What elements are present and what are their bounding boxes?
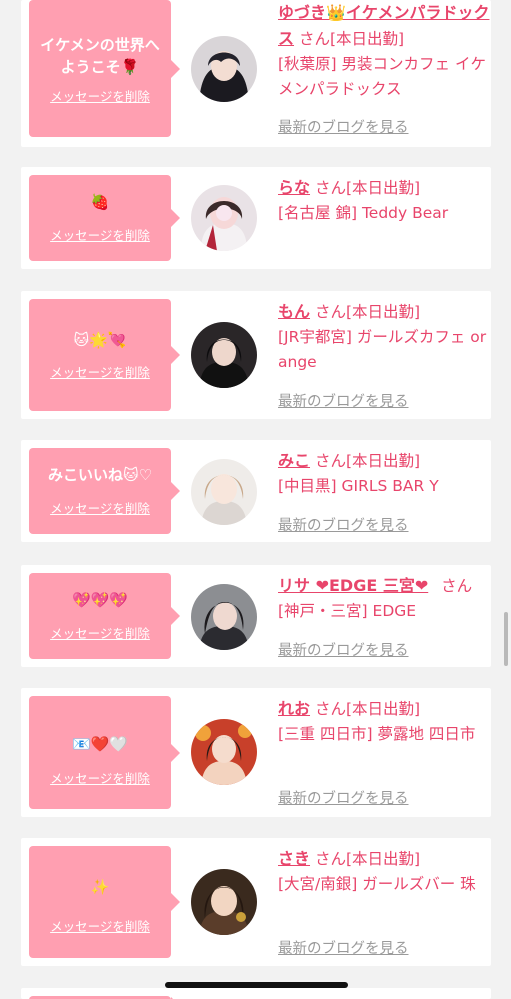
scrollbar-thumb[interactable] xyxy=(504,612,508,666)
delete-message-link[interactable]: メッセージを削除 xyxy=(29,225,171,244)
message-text: 🐱🌟💘 xyxy=(73,331,127,349)
home-indicator[interactable] xyxy=(165,982,348,988)
message-bubble: 💖💖💖 メッセージを削除 xyxy=(29,573,180,659)
cast-info: さき さん[本日出勤] [大宮/南銀] ガールズバー 珠 xyxy=(278,846,490,897)
message-bubble: ✨ メッセージを削除 xyxy=(29,846,180,958)
honorific: さん xyxy=(314,303,346,321)
latest-blog-link[interactable]: 最新のブログを見る xyxy=(278,116,409,137)
delete-message-link[interactable]: メッセージを削除 xyxy=(29,916,171,935)
avatar[interactable] xyxy=(191,719,257,785)
cast-name-link[interactable]: らな xyxy=(278,178,310,197)
store-info: [大宮/南銀] ガールズバー 珠 xyxy=(278,875,476,893)
attendance-status: [本日出勤] xyxy=(329,30,405,48)
store-info: [三重 四日市] 夢露地 四日市 xyxy=(278,725,476,743)
message-card: 📧❤️🤍 メッセージを削除 れお さん[本日出勤] [三重 四日市] 夢露地 四… xyxy=(21,688,491,817)
delete-message-link[interactable]: メッセージを削除 xyxy=(29,623,171,642)
store-info: [名古屋 錦] Teddy Bear xyxy=(278,204,449,222)
delete-message-link[interactable]: メッセージを削除 xyxy=(29,498,171,517)
avatar[interactable] xyxy=(191,36,257,102)
honorific: さん xyxy=(314,850,346,868)
cast-name-link[interactable]: れお xyxy=(278,699,310,718)
avatar[interactable] xyxy=(191,584,257,650)
attendance-status: [本日出勤] xyxy=(345,452,421,470)
latest-blog-link[interactable]: 最新のブログを見る xyxy=(278,787,409,808)
delete-message-link[interactable]: メッセージを削除 xyxy=(29,362,171,381)
latest-blog-link[interactable]: 最新のブログを見る xyxy=(278,514,409,535)
avatar[interactable] xyxy=(191,459,257,525)
store-info: [秋葉原] 男装コンカフェ イケメンパラドックス xyxy=(278,55,486,98)
message-text: 📧❤️🤍 xyxy=(71,735,129,753)
honorific: さん xyxy=(298,30,330,48)
message-bubble: 🍓 メッセージを削除 xyxy=(29,175,180,261)
latest-blog-link[interactable]: 最新のブログを見る xyxy=(278,937,409,958)
honorific: さん xyxy=(441,577,473,595)
delete-message-link[interactable]: メッセージを削除 xyxy=(29,86,171,105)
message-bubble: 📧❤️🤍 メッセージを削除 xyxy=(29,696,180,809)
cast-name-link[interactable]: リサ ❤EDGE 三宮❤ xyxy=(278,576,428,595)
message-text: 🍓 xyxy=(90,193,110,211)
cast-name-link[interactable]: さき xyxy=(278,849,310,868)
message-text: ✨ xyxy=(90,878,110,896)
avatar[interactable] xyxy=(191,185,257,251)
cast-name-link[interactable]: もん xyxy=(278,302,310,321)
message-card: 💖💖💖 メッセージを削除 リサ ❤EDGE 三宮❤ さん [神戸・三宮] EDG… xyxy=(21,565,491,667)
message-text: みこいいね🐱♡ xyxy=(47,466,153,484)
message-bubble: イケメンの世界へようこそ🌹 メッセージを削除 xyxy=(29,0,180,137)
message-card xyxy=(21,988,491,999)
honorific: さん xyxy=(314,452,346,470)
attendance-status: [本日出勤] xyxy=(345,179,421,197)
message-text: イケメンの世界へようこそ🌹 xyxy=(40,36,160,76)
avatar[interactable] xyxy=(191,322,257,388)
store-info: [神戸・三宮] EDGE xyxy=(278,602,417,620)
message-text: 💖💖💖 xyxy=(71,591,129,609)
attendance-status: [本日出勤] xyxy=(345,850,421,868)
honorific: さん xyxy=(314,700,346,718)
message-card: 🍓 メッセージを削除 らな さん[本日出勤] [名古屋 錦] Teddy Bea… xyxy=(21,167,491,269)
attendance-status: [本日出勤] xyxy=(345,303,421,321)
delete-message-link[interactable]: メッセージを削除 xyxy=(29,768,171,787)
cast-name-link[interactable]: みこ xyxy=(278,451,310,470)
cast-info: らな さん[本日出勤] [名古屋 錦] Teddy Bear xyxy=(278,175,490,226)
cast-info: ゆづき👑イケメンパラドックス さん[本日出勤] [秋葉原] 男装コンカフェ イケ… xyxy=(278,0,490,102)
cast-info: もん さん[本日出勤] [JR宇都宮] ガールズカフェ orange xyxy=(278,299,490,375)
attendance-status: [本日出勤] xyxy=(345,700,421,718)
message-bubble: 🐱🌟💘 メッセージを削除 xyxy=(29,299,180,411)
store-info: [中目黒] GIRLS BAR Y xyxy=(278,477,439,495)
latest-blog-link[interactable]: 最新のブログを見る xyxy=(278,390,409,411)
message-card: みこいいね🐱♡ メッセージを削除 みこ さん[本日出勤] [中目黒] GIRLS… xyxy=(21,440,491,542)
message-card: 🐱🌟💘 メッセージを削除 もん さん[本日出勤] [JR宇都宮] ガールズカフェ… xyxy=(21,291,491,419)
cast-info: リサ ❤EDGE 三宮❤ さん [神戸・三宮] EDGE xyxy=(278,573,493,624)
avatar[interactable] xyxy=(191,869,257,935)
message-card: イケメンの世界へようこそ🌹 メッセージを削除 ゆづき👑イケメンパラドックス さん… xyxy=(21,0,491,147)
cast-info: みこ さん[本日出勤] [中目黒] GIRLS BAR Y xyxy=(278,448,490,499)
message-bubble: みこいいね🐱♡ メッセージを削除 xyxy=(29,448,180,534)
message-card: ✨ メッセージを削除 さき さん[本日出勤] [大宮/南銀] ガールズバー 珠 … xyxy=(21,838,491,966)
store-info: [JR宇都宮] ガールズカフェ orange xyxy=(278,328,487,371)
latest-blog-link[interactable]: 最新のブログを見る xyxy=(278,639,409,660)
cast-info: れお さん[本日出勤] [三重 四日市] 夢露地 四日市 xyxy=(278,696,490,747)
honorific: さん xyxy=(314,179,346,197)
